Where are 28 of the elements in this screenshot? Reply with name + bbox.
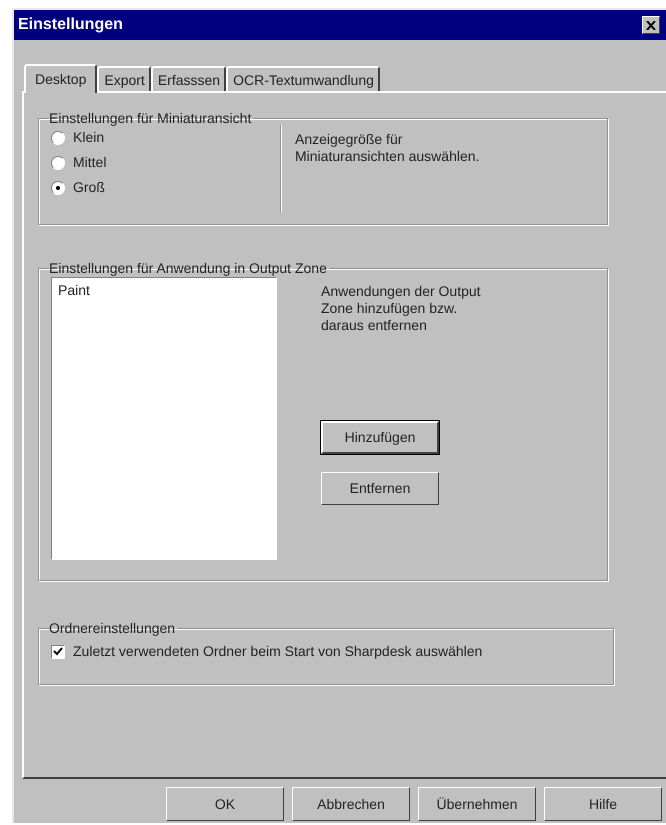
dialog-button[interactable]: Übernehmen <box>418 787 536 821</box>
description-text: Anzeigegröße für Miniaturansichten auswählen. <box>295 130 480 166</box>
group-label: Einstellungen für Anwendung in Output Zone <box>49 261 328 275</box>
dialog-button[interactable]: Abbrechen <box>292 787 410 821</box>
radio-button[interactable] <box>51 130 65 144</box>
list-item[interactable]: Paint <box>58 280 270 301</box>
action-button[interactable]: Hinzufügen <box>321 421 439 454</box>
radio-button[interactable] <box>51 156 65 170</box>
radio-button[interactable] <box>51 180 65 194</box>
tab[interactable]: Erfasssen <box>150 66 226 91</box>
dialog-button[interactable]: OK <box>166 787 284 821</box>
description-text: Anwendungen der Output Zone hinzufügen bzw. daraus entfernen <box>321 283 481 334</box>
close-icon <box>646 20 656 30</box>
group-label: Ordnereinstellungen <box>49 621 176 635</box>
group-label: Einstellungen für Miniaturansicht <box>49 111 252 125</box>
action-button[interactable]: Entfernen <box>321 472 439 506</box>
tab[interactable]: Desktop <box>24 64 98 93</box>
close-button[interactable] <box>642 16 660 34</box>
dialog-button[interactable]: Hilfe <box>544 787 662 821</box>
radio-label[interactable]: Mittel <box>73 152 106 173</box>
radio-label[interactable]: Klein <box>73 127 104 148</box>
radio-label[interactable]: Groß <box>73 177 105 198</box>
checkbox[interactable] <box>51 644 65 658</box>
application-list[interactable]: Paint <box>51 277 277 560</box>
window-title: Einstellungen <box>18 15 123 35</box>
checkbox-label[interactable]: Zuletzt verwendeten Ordner beim Start von Sharpdesk auswählen <box>73 641 482 662</box>
tab[interactable]: OCR-Textumwandlung <box>226 66 380 91</box>
tab[interactable]: Export <box>97 66 151 91</box>
